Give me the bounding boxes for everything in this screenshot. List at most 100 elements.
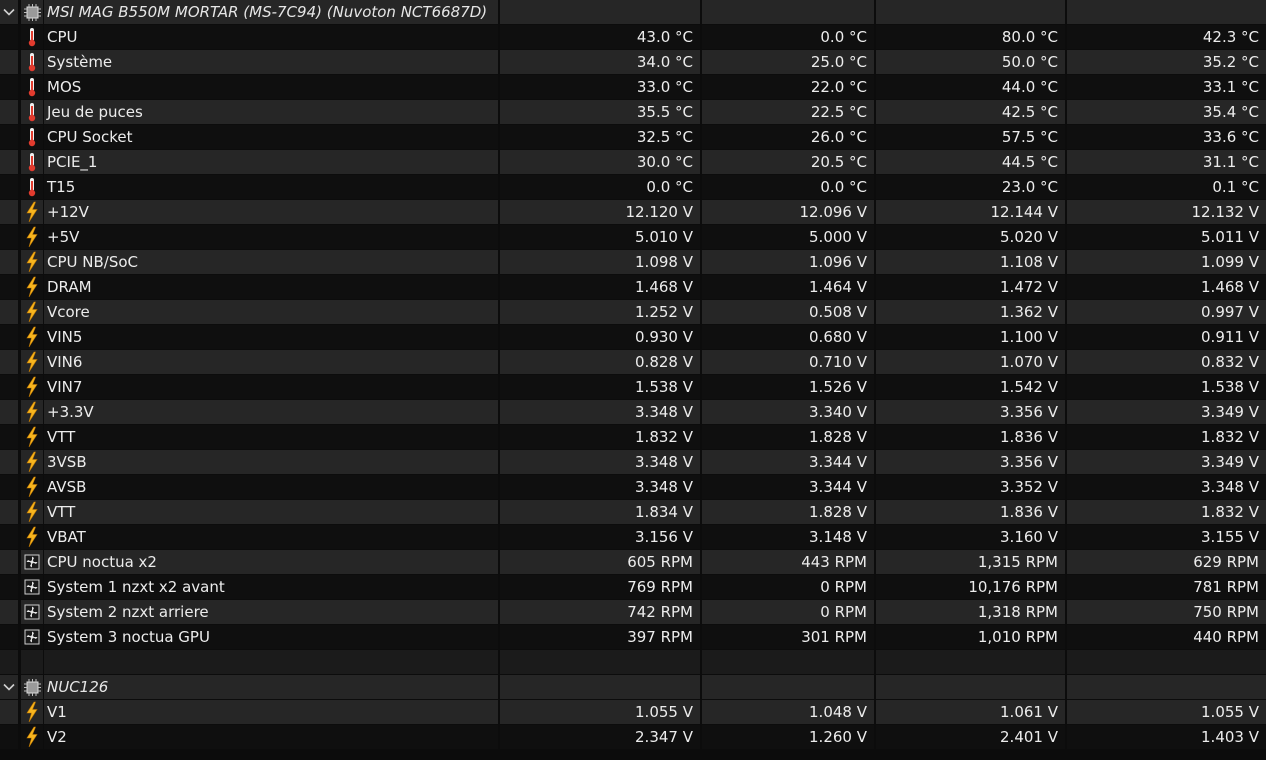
average-value: 629 RPM [1067,550,1266,574]
lightning-icon [21,250,43,274]
current-value: 43.0 °C [500,25,700,49]
max-value: 80.0 °C [876,25,1065,49]
min-value: 0.710 V [702,350,874,374]
chevron-down-icon[interactable] [0,0,18,24]
sensor-row[interactable]: System 3 noctua GPU 397 RPM 301 RPM 1,010 R… [0,625,1266,650]
sensor-row[interactable]: V1 1.055 V 1.048 V 1.061 V 1.055 V [0,700,1266,725]
min-value: 1.526 V [702,375,874,399]
fan-icon [21,575,43,599]
sensor-row[interactable]: CPU NB/SoC 1.098 V 1.096 V 1.108 V 1.099 V [0,250,1266,275]
max-value: 1.100 V [876,325,1065,349]
average-value: 1.468 V [1067,275,1266,299]
sensor-label: +3.3V [44,400,498,424]
tree-indent [0,625,18,649]
sensor-row[interactable]: Système 34.0 °C 25.0 °C 50.0 °C 35.2 °C [0,50,1266,75]
tree-indent [0,475,18,499]
min-value: 1.096 V [702,250,874,274]
current-value: 35.5 °C [500,100,700,124]
sensor-row[interactable]: System 1 nzxt x2 avant 769 RPM 0 RPM 10,176… [0,575,1266,600]
average-value: 1.832 V [1067,500,1266,524]
sensor-row[interactable]: VIN5 0.930 V 0.680 V 1.100 V 0.911 V [0,325,1266,350]
empty-cell [876,675,1065,699]
sensor-row[interactable]: VBAT 3.156 V 3.148 V 3.160 V 3.155 V [0,525,1266,550]
average-value: 3.348 V [1067,475,1266,499]
current-value: 769 RPM [500,575,700,599]
sensor-label: CPU Socket [44,125,498,149]
sensor-row[interactable]: VTT 1.832 V 1.828 V 1.836 V 1.832 V [0,425,1266,450]
lightning-icon [21,525,43,549]
tree-indent [0,525,18,549]
max-value: 1.061 V [876,700,1065,724]
max-value: 1.108 V [876,250,1065,274]
sensor-row[interactable]: CPU 43.0 °C 0.0 °C 80.0 °C 42.3 °C [0,25,1266,50]
group-header[interactable]: MSI MAG B550M MORTAR (MS-7C94) (Nuvoton … [0,0,1266,25]
tree-indent [0,450,18,474]
tree-indent [0,75,18,99]
sensor-row[interactable]: +5V 5.010 V 5.000 V 5.020 V 5.011 V [0,225,1266,250]
current-value: 0.828 V [500,350,700,374]
average-value: 5.011 V [1067,225,1266,249]
sensor-row[interactable]: Jeu de puces 35.5 °C 22.5 °C 42.5 °C 35.4 °C [0,100,1266,125]
min-value: 0.0 °C [702,175,874,199]
thermometer-icon [21,150,43,174]
current-value: 12.120 V [500,200,700,224]
min-value: 301 RPM [702,625,874,649]
average-value: 0.832 V [1067,350,1266,374]
group-header[interactable]: NUC126 [0,675,1266,700]
spacer-row [0,650,1266,675]
sensor-label: VIN5 [44,325,498,349]
max-value: 1.836 V [876,500,1065,524]
sensor-row[interactable]: CPU noctua x2 605 RPM 443 RPM 1,315 RPM 629 … [0,550,1266,575]
average-value: 1.538 V [1067,375,1266,399]
average-value: 33.6 °C [1067,125,1266,149]
empty-cell [702,650,874,674]
sensor-label: VIN7 [44,375,498,399]
tree-indent [0,150,18,174]
max-value: 1,315 RPM [876,550,1065,574]
sensor-label: +12V [44,200,498,224]
min-value: 1.828 V [702,425,874,449]
min-value: 1.828 V [702,500,874,524]
lightning-icon [21,375,43,399]
average-value: 42.3 °C [1067,25,1266,49]
max-value: 3.356 V [876,450,1065,474]
fan-icon [21,600,43,624]
average-value: 781 RPM [1067,575,1266,599]
sensor-row[interactable]: System 2 nzxt arriere 742 RPM 0 RPM 1,318 R… [0,600,1266,625]
sensor-label: CPU [44,25,498,49]
sensor-row[interactable]: Vcore 1.252 V 0.508 V 1.362 V 0.997 V [0,300,1266,325]
sensor-row[interactable]: V2 2.347 V 1.260 V 2.401 V 1.403 V [0,725,1266,750]
sensor-row[interactable]: AVSB 3.348 V 3.344 V 3.352 V 3.348 V [0,475,1266,500]
max-value: 5.020 V [876,225,1065,249]
max-value: 3.160 V [876,525,1065,549]
chevron-down-icon[interactable] [0,675,18,699]
empty-cell [876,650,1065,674]
min-value: 0.0 °C [702,25,874,49]
lightning-icon [21,500,43,524]
fan-icon [21,625,43,649]
thermometer-icon [21,125,43,149]
sensor-row[interactable]: T15 0.0 °C 0.0 °C 23.0 °C 0.1 °C [0,175,1266,200]
sensor-row[interactable]: DRAM 1.468 V 1.464 V 1.472 V 1.468 V [0,275,1266,300]
sensor-row[interactable]: 3VSB 3.348 V 3.344 V 3.356 V 3.349 V [0,450,1266,475]
tree-indent [0,275,18,299]
min-value: 3.344 V [702,450,874,474]
empty-cell [702,675,874,699]
sensor-row[interactable]: PCIE_1 30.0 °C 20.5 °C 44.5 °C 31.1 °C [0,150,1266,175]
empty-cell [21,650,43,674]
lightning-icon [21,225,43,249]
sensor-label: PCIE_1 [44,150,498,174]
sensor-row[interactable]: VTT 1.834 V 1.828 V 1.836 V 1.832 V [0,500,1266,525]
sensor-row[interactable]: VIN7 1.538 V 1.526 V 1.542 V 1.538 V [0,375,1266,400]
min-value: 22.0 °C [702,75,874,99]
sensor-row[interactable]: VIN6 0.828 V 0.710 V 1.070 V 0.832 V [0,350,1266,375]
current-value: 397 RPM [500,625,700,649]
tree-indent [0,575,18,599]
sensor-row[interactable]: CPU Socket 32.5 °C 26.0 °C 57.5 °C 33.6 °C [0,125,1266,150]
sensor-row[interactable]: +12V 12.120 V 12.096 V 12.144 V 12.132 V [0,200,1266,225]
thermometer-icon [21,50,43,74]
empty-cell [500,675,700,699]
average-value: 35.2 °C [1067,50,1266,74]
sensor-row[interactable]: MOS 33.0 °C 22.0 °C 44.0 °C 33.1 °C [0,75,1266,100]
sensor-row[interactable]: +3.3V 3.348 V 3.340 V 3.356 V 3.349 V [0,400,1266,425]
